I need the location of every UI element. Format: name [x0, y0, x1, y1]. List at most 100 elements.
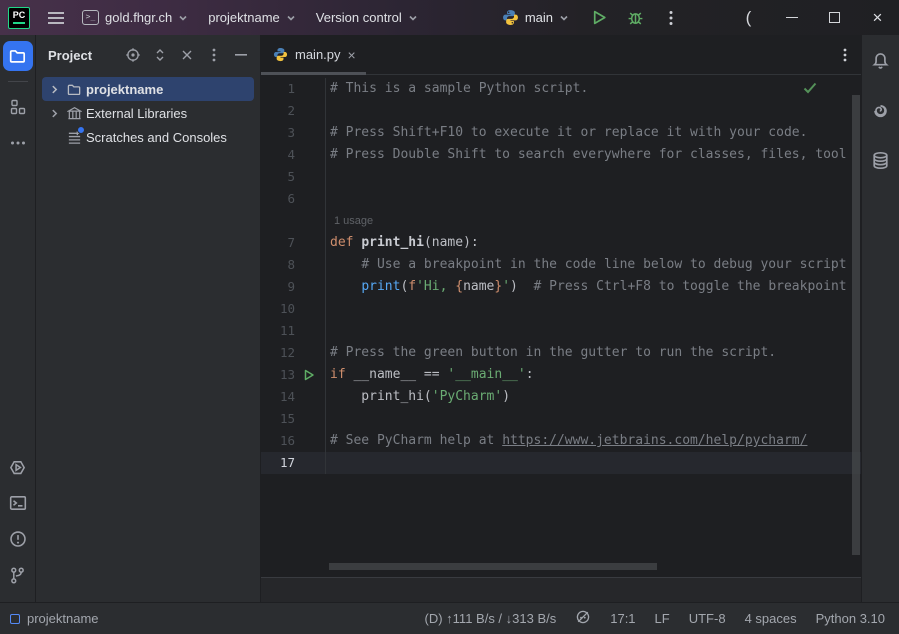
tab-bar-options-button[interactable]	[829, 35, 861, 74]
code-line[interactable]: 10	[261, 298, 861, 320]
code-line[interactable]: 4# Press Double Shift to search everywhe…	[261, 144, 861, 166]
code-line[interactable]: 12# Press the green button in the gutter…	[261, 342, 861, 364]
editor-gutter[interactable]: 6	[261, 188, 326, 210]
code-line[interactable]: 1# This is a sample Python script.	[261, 78, 861, 100]
run-line-icon[interactable]	[303, 369, 315, 381]
code-line[interactable]: 9 print(f'Hi, {name}') # Press Ctrl+F8 t…	[261, 276, 861, 298]
editor-gutter[interactable]: 9	[261, 276, 326, 298]
tree-item-external-libraries[interactable]: External Libraries	[42, 101, 254, 125]
ai-assistant-button[interactable]	[866, 95, 896, 125]
services-icon	[8, 458, 27, 477]
notifications-button[interactable]	[866, 45, 896, 75]
collapse-all-button[interactable]	[178, 46, 196, 64]
project-name-dropdown[interactable]: projektname	[200, 4, 304, 32]
title-bar: PC >_ gold.fhgr.ch projektname Version c…	[0, 0, 899, 35]
project-tool-button[interactable]	[3, 41, 33, 71]
hide-panel-button[interactable]	[232, 46, 250, 64]
run-button[interactable]	[585, 4, 613, 32]
editor-gutter[interactable]: 17	[261, 452, 326, 474]
version-control-tool-button[interactable]	[3, 560, 33, 590]
editor-gutter[interactable]: 5	[261, 166, 326, 188]
code-line[interactable]: 3# Press Shift+F10 to execute it or repl…	[261, 122, 861, 144]
code-line[interactable]: 7def print_hi(name):	[261, 232, 861, 254]
line-number: 9	[261, 276, 295, 298]
tab-main-py[interactable]: main.py ×	[261, 35, 366, 74]
indent-style[interactable]: 4 spaces	[745, 611, 797, 626]
close-button[interactable]: ×	[856, 0, 899, 35]
tree-item-scratches[interactable]: Scratches and Consoles	[42, 125, 254, 149]
inspection-ok-icon[interactable]	[803, 80, 817, 102]
code-line[interactable]: 11	[261, 320, 861, 342]
structure-tool-button[interactable]	[3, 92, 33, 122]
status-project-widget[interactable]: projektname	[10, 611, 99, 626]
run-config-dropdown[interactable]: main	[494, 4, 577, 32]
editor-gutter[interactable]: 8	[261, 254, 326, 276]
problems-tool-button[interactable]	[3, 524, 33, 554]
code-editor[interactable]: 1# This is a sample Python script.23# Pr…	[261, 75, 861, 577]
debug-button[interactable]	[621, 4, 649, 32]
inlay-hint-row[interactable]: 1 usage	[261, 210, 861, 232]
chevron-down-icon	[408, 13, 418, 23]
code-line[interactable]: 14 print_hi('PyCharm')	[261, 386, 861, 408]
scratches-icon	[65, 128, 83, 146]
file-encoding[interactable]: UTF-8	[689, 611, 726, 626]
editor-gutter[interactable]: 13	[261, 364, 326, 386]
database-button[interactable]	[866, 145, 896, 175]
code-text: # Press Shift+F10 to execute it or repla…	[326, 122, 807, 144]
line-number: 11	[261, 320, 295, 342]
line-number: 17	[261, 452, 295, 474]
python-icon	[273, 47, 288, 62]
horizontal-scrollbar[interactable]	[329, 563, 657, 570]
python-interpreter[interactable]: Python 3.10	[816, 611, 885, 626]
tree-item-projektname[interactable]: projektname	[42, 77, 254, 101]
terminal-tool-button[interactable]	[3, 488, 33, 518]
version-control-dropdown[interactable]: Version control	[308, 4, 426, 32]
editor-gutter[interactable]: 2	[261, 100, 326, 122]
code-line[interactable]: 15	[261, 408, 861, 430]
editor-gutter[interactable]: 3	[261, 122, 326, 144]
remote-host-label: gold.fhgr.ch	[105, 10, 172, 25]
line-ending[interactable]: LF	[655, 611, 670, 626]
vertical-scrollbar[interactable]	[852, 95, 860, 555]
remote-host-dropdown[interactable]: >_ gold.fhgr.ch	[74, 4, 196, 32]
maximize-button[interactable]	[813, 0, 856, 35]
code-line[interactable]: 8 # Use a breakpoint in the code line be…	[261, 254, 861, 276]
editor-gutter[interactable]: 15	[261, 408, 326, 430]
library-icon	[65, 104, 83, 122]
editor-gutter[interactable]: 1	[261, 78, 326, 100]
editor-gutter[interactable]: 4	[261, 144, 326, 166]
hamburger-menu-icon[interactable]	[42, 4, 70, 32]
editor-gutter[interactable]: 16	[261, 430, 326, 452]
code-line[interactable]: 13if __name__ == '__main__':	[261, 364, 861, 386]
python-icon	[502, 9, 519, 26]
code-line[interactable]: 16# See PyCharm help at https://www.jetb…	[261, 430, 861, 452]
status-project-label: projektname	[27, 611, 99, 626]
theme-toggle-button[interactable]: (	[727, 0, 770, 35]
panel-options-button[interactable]	[205, 46, 223, 64]
tab-close-icon[interactable]: ×	[348, 48, 356, 62]
code-line[interactable]: 6	[261, 188, 861, 210]
code-line[interactable]: 5	[261, 166, 861, 188]
minimize-button[interactable]	[770, 0, 813, 35]
editor-gutter[interactable]: 7	[261, 232, 326, 254]
code-line[interactable]: 2	[261, 100, 861, 122]
line-number: 6	[261, 188, 295, 210]
editor-gutter[interactable]: 12	[261, 342, 326, 364]
locate-file-button[interactable]	[124, 46, 142, 64]
crosshair-icon	[125, 47, 141, 63]
editor-gutter[interactable]: 11	[261, 320, 326, 342]
code-line[interactable]: 17	[261, 452, 861, 474]
chevron-right-icon[interactable]	[46, 81, 62, 97]
expand-all-button[interactable]	[151, 46, 169, 64]
editor-gutter[interactable]	[261, 210, 326, 232]
services-tool-button[interactable]	[3, 452, 33, 482]
chevron-right-icon[interactable]	[46, 105, 62, 121]
editor-gutter[interactable]: 14	[261, 386, 326, 408]
highlighting-level-button[interactable]	[575, 609, 591, 628]
more-tool-windows-button[interactable]	[3, 128, 33, 158]
line-number: 15	[261, 408, 295, 430]
editor-gutter[interactable]: 10	[261, 298, 326, 320]
caret-position[interactable]: 17:1	[610, 611, 635, 626]
more-actions-button[interactable]	[657, 4, 685, 32]
network-speed-indicator[interactable]: (D) ↑111 B/s / ↓313 B/s	[425, 611, 557, 626]
